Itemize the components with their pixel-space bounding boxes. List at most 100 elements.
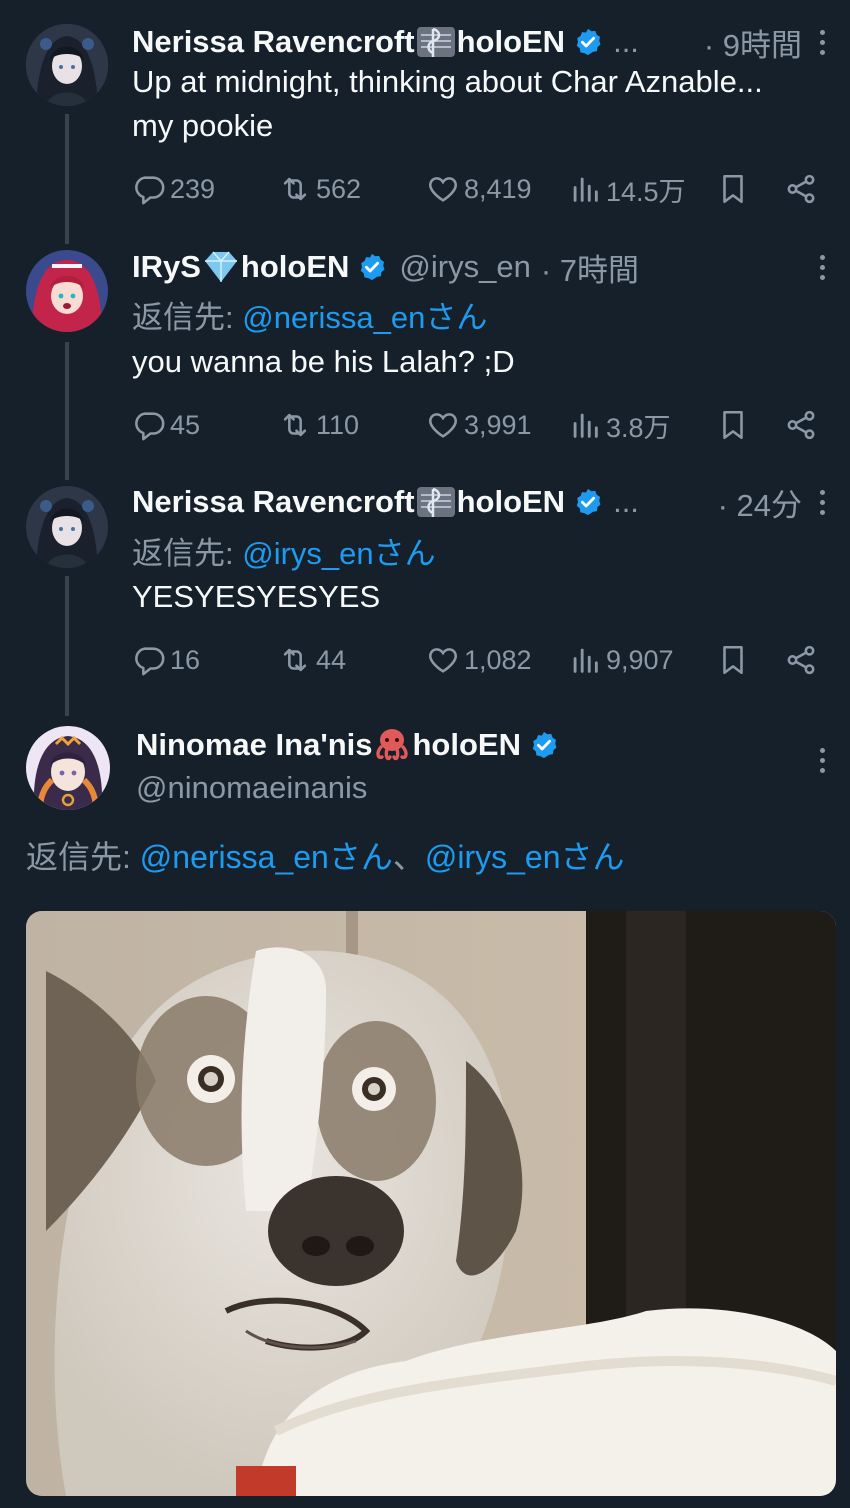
retweet-icon bbox=[283, 413, 307, 437]
share-button[interactable] bbox=[784, 638, 818, 682]
view-count: 3.8万 bbox=[606, 412, 671, 443]
display-name-row: Ninomae Ina'nis holoEN bbox=[136, 727, 559, 763]
handle[interactable]: @ninomaeinanis bbox=[136, 770, 367, 806]
music-note-icon bbox=[416, 487, 455, 517]
tweet-actions: 45 110 3,991 3.8万 bbox=[132, 403, 830, 447]
octopus-icon bbox=[376, 729, 409, 761]
tweet-text-line: YESYESYESYES bbox=[132, 579, 381, 614]
view-count: 9,907 bbox=[606, 644, 674, 675]
bookmark-button[interactable] bbox=[716, 403, 750, 447]
reply-button[interactable]: 16 bbox=[132, 638, 200, 682]
tweet-header: IRyS holoEN @irys_en · 7時間 bbox=[132, 245, 830, 290]
tweet-header: Nerissa Ravencroft holoEN ... · 24分 bbox=[132, 482, 830, 523]
more-options-icon[interactable] bbox=[812, 247, 832, 287]
display-name-suffix[interactable]: holoEN bbox=[457, 24, 566, 60]
reply-prefix: 返信先: bbox=[132, 300, 243, 335]
retweet-button[interactable]: 110 bbox=[278, 403, 359, 447]
timestamp[interactable]: · 7時間 bbox=[541, 245, 639, 290]
like-button[interactable]: 8,419 bbox=[426, 167, 532, 211]
bookmark-button[interactable] bbox=[716, 167, 750, 211]
tweet-text: YESYESYESYES bbox=[132, 575, 834, 619]
reply-button[interactable]: 45 bbox=[132, 403, 200, 447]
views-button[interactable]: 9,907 bbox=[568, 638, 674, 682]
display-name-suffix[interactable]: holoEN bbox=[457, 484, 566, 520]
display-name[interactable]: Nerissa Ravencroft bbox=[132, 24, 415, 60]
dog-image bbox=[26, 911, 836, 1496]
display-name-suffix[interactable]: holoEN bbox=[241, 249, 350, 285]
like-count: 1,082 bbox=[464, 644, 532, 675]
media-gif[interactable] bbox=[26, 911, 836, 1496]
tweet[interactable]: Nerissa Ravencroft holoEN ... · 24分 返信先:… bbox=[0, 476, 850, 712]
share-icon bbox=[787, 645, 815, 675]
avatar[interactable] bbox=[26, 726, 110, 810]
retweet-button[interactable]: 562 bbox=[278, 167, 361, 211]
tweet-text-line: my pookie bbox=[132, 108, 274, 143]
more-options-icon[interactable] bbox=[812, 740, 832, 780]
avatar[interactable] bbox=[26, 486, 108, 568]
reply-count: 16 bbox=[170, 644, 201, 675]
like-button[interactable]: 1,082 bbox=[426, 638, 532, 682]
like-count: 8,419 bbox=[464, 173, 532, 204]
tweet[interactable]: IRyS holoEN @irys_en · 7時間 返信先: @nerissa… bbox=[0, 240, 850, 476]
retweet-count: 44 bbox=[316, 644, 347, 675]
reply-mention-link[interactable]: @nerissa_enさん bbox=[242, 300, 487, 335]
retweet-button[interactable]: 44 bbox=[278, 638, 346, 682]
reply-context: 返信先: @nerissa_enさん、@irys_enさん bbox=[26, 832, 625, 878]
display-name-suffix[interactable]: holoEN bbox=[412, 727, 521, 763]
tweet-actions: 16 44 1,082 9,907 bbox=[132, 638, 830, 682]
more-options-icon[interactable] bbox=[812, 22, 832, 62]
music-note-icon bbox=[416, 27, 455, 57]
avatar[interactable] bbox=[26, 24, 108, 106]
reply-count: 239 bbox=[170, 173, 216, 204]
reply-context: 返信先: @irys_enさん bbox=[132, 528, 436, 573]
retweet-icon bbox=[283, 177, 307, 201]
avatar[interactable] bbox=[26, 250, 108, 332]
analytics-icon bbox=[573, 177, 598, 202]
analytics-icon bbox=[573, 413, 598, 438]
tweet-text: you wanna be his Lalah? ;D bbox=[132, 340, 834, 384]
verified-badge-icon bbox=[532, 731, 557, 759]
retweet-count: 562 bbox=[316, 173, 362, 204]
bookmark-button[interactable] bbox=[716, 638, 750, 682]
verified-badge-icon bbox=[576, 488, 601, 516]
tweet-text-line: you wanna be his Lalah? ;D bbox=[132, 344, 515, 379]
views-button[interactable]: 3.8万 bbox=[568, 403, 671, 447]
handle[interactable]: @irys_en bbox=[399, 249, 530, 285]
tweet[interactable]: Nerissa Ravencroft holoEN ... · 9時間 Up a… bbox=[0, 0, 850, 240]
retweet-count: 110 bbox=[316, 409, 360, 440]
reply-separator: 、 bbox=[392, 839, 425, 875]
reply-prefix: 返信先: bbox=[26, 839, 140, 875]
heart-icon bbox=[429, 413, 457, 438]
display-name[interactable]: Ninomae Ina'nis bbox=[136, 727, 372, 763]
bookmark-icon bbox=[723, 174, 743, 204]
reply-mention-link[interactable]: @irys_enさん bbox=[425, 839, 625, 875]
tweet-actions: 239 562 8,419 14.5万 bbox=[132, 167, 830, 211]
reply-button[interactable]: 239 bbox=[132, 167, 215, 211]
like-button[interactable]: 3,991 bbox=[426, 403, 532, 447]
reply-icon bbox=[135, 176, 165, 205]
more-options-icon[interactable] bbox=[812, 482, 832, 522]
views-button[interactable]: 14.5万 bbox=[568, 167, 686, 211]
reply-context: 返信先: @nerissa_enさん bbox=[132, 292, 487, 337]
bookmark-icon bbox=[723, 410, 743, 440]
retweet-icon bbox=[283, 648, 307, 672]
heart-icon bbox=[429, 648, 457, 673]
analytics-icon bbox=[573, 648, 598, 673]
tweet-text: Up at midnight, thinking about Char Azna… bbox=[132, 60, 834, 148]
diamond-icon bbox=[204, 251, 237, 282]
reply-icon bbox=[135, 412, 165, 441]
share-icon bbox=[787, 174, 815, 204]
display-name[interactable]: IRyS bbox=[132, 249, 201, 285]
reply-count: 45 bbox=[170, 409, 201, 440]
share-button[interactable] bbox=[784, 167, 818, 211]
like-count: 3,991 bbox=[464, 409, 532, 440]
name-truncation: ... bbox=[613, 24, 639, 59]
tweet-header: Nerissa Ravencroft holoEN ... · 9時間 bbox=[132, 22, 830, 63]
heart-icon bbox=[429, 177, 457, 202]
share-button[interactable] bbox=[784, 403, 818, 447]
bookmark-icon bbox=[723, 645, 743, 675]
verified-badge-icon bbox=[361, 253, 385, 281]
reply-mention-link[interactable]: @nerissa_enさん bbox=[140, 839, 393, 875]
reply-mention-link[interactable]: @irys_enさん bbox=[242, 536, 435, 571]
display-name[interactable]: Nerissa Ravencroft bbox=[132, 484, 415, 520]
